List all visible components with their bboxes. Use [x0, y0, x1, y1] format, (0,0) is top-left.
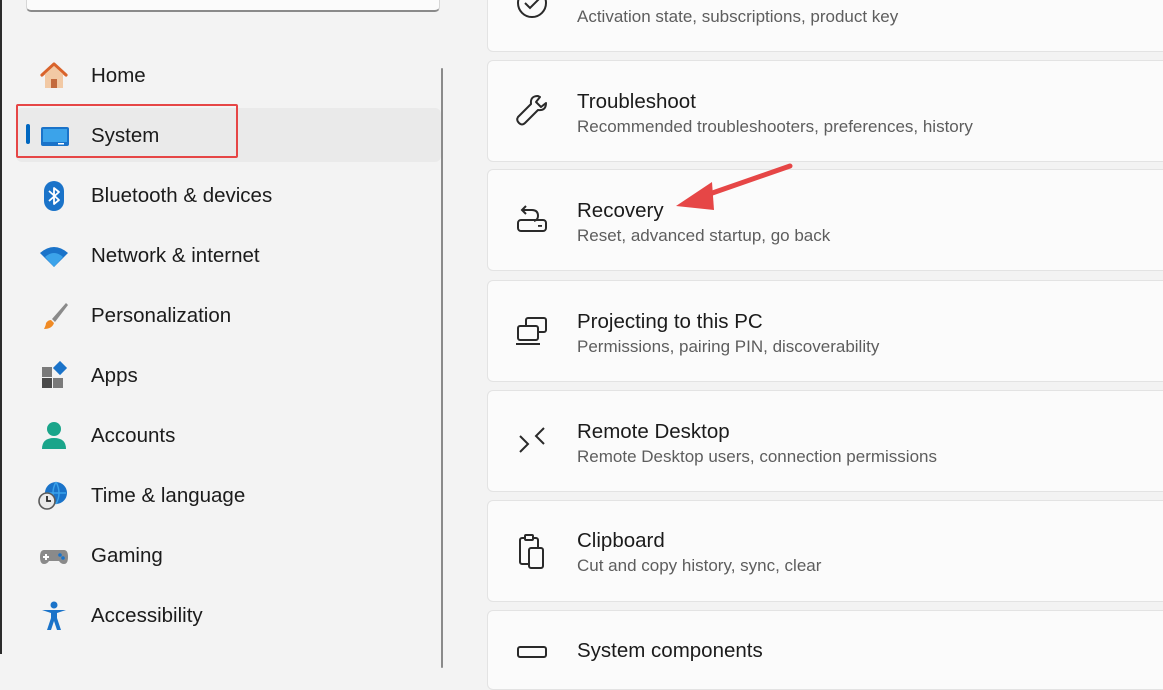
- card-projecting[interactable]: Projecting to this PC Permissions, pairi…: [487, 280, 1163, 382]
- sidebar-item-personalization[interactable]: Personalization: [16, 288, 441, 342]
- sidebar-item-bluetooth[interactable]: Bluetooth & devices: [16, 168, 441, 222]
- sidebar-item-label: Time & language: [91, 484, 246, 507]
- accessibility-icon: [42, 601, 66, 630]
- card-description: Cut and copy history, sync, clear: [577, 556, 822, 575]
- projecting-icon: [516, 317, 547, 345]
- globe-clock-icon: [38, 481, 67, 510]
- card-title: Projecting to this PC: [577, 310, 763, 333]
- card-title: Recovery: [577, 199, 664, 222]
- sidebar-item-time-language[interactable]: Time & language: [16, 468, 441, 522]
- card-title: System components: [577, 639, 763, 662]
- card-description: Recommended troubleshooters, preferences…: [577, 117, 973, 136]
- sidebar-scrollbar[interactable]: [441, 68, 443, 668]
- card-description: Reset, advanced startup, go back: [577, 226, 831, 245]
- home-icon: [40, 62, 68, 88]
- sidebar-item-apps[interactable]: Apps: [16, 348, 441, 402]
- card-description: Activation state, subscriptions, product…: [577, 7, 899, 26]
- apps-icon: [42, 361, 68, 388]
- sidebar-item-label: Personalization: [91, 304, 232, 327]
- card-troubleshoot[interactable]: Troubleshoot Recommended troubleshooters…: [487, 60, 1163, 162]
- card-title: Clipboard: [577, 529, 665, 552]
- card-description: Permissions, pairing PIN, discoverabilit…: [577, 337, 880, 356]
- recovery-icon: [517, 205, 547, 232]
- card-description: Remote Desktop users, connection permiss…: [577, 447, 937, 466]
- sidebar-item-accounts[interactable]: Accounts: [16, 408, 441, 462]
- sidebar-item-home[interactable]: Home: [16, 48, 441, 102]
- search-input[interactable]: [26, 0, 440, 12]
- card-system-components[interactable]: System components: [487, 610, 1163, 690]
- sidebar-item-label: Accounts: [91, 424, 176, 447]
- bluetooth-icon: [44, 181, 64, 211]
- clipboard-icon: [519, 534, 544, 569]
- sidebar-item-label: Apps: [91, 364, 138, 387]
- card-remote-desktop[interactable]: Remote Desktop Remote Desktop users, con…: [487, 390, 1163, 492]
- sidebar-item-label: Bluetooth & devices: [91, 184, 273, 207]
- remote-desktop-icon: [519, 427, 545, 453]
- brush-icon: [44, 303, 68, 329]
- system-components-icon: [517, 646, 547, 658]
- card-title: Troubleshoot: [577, 90, 696, 113]
- card-title: Remote Desktop: [577, 420, 730, 443]
- wifi-icon: [40, 247, 68, 267]
- gamepad-icon: [40, 550, 68, 564]
- sidebar-item-accessibility[interactable]: Accessibility: [16, 588, 441, 642]
- annotation-arrow: [676, 163, 793, 210]
- sidebar-item-gaming[interactable]: Gaming: [16, 528, 441, 582]
- card-clipboard[interactable]: Clipboard Cut and copy history, sync, cl…: [487, 500, 1163, 602]
- card-activation[interactable]: Activation state, subscriptions, product…: [487, 0, 1163, 52]
- annotation-highlight-box: [16, 104, 238, 158]
- card-recovery[interactable]: Recovery Reset, advanced startup, go bac…: [487, 169, 1163, 271]
- wrench-icon: [516, 95, 547, 126]
- activation-check-icon: [517, 0, 547, 18]
- person-icon: [42, 422, 66, 449]
- sidebar-item-label: Network & internet: [91, 244, 260, 267]
- sidebar-item-label: Accessibility: [91, 604, 203, 627]
- sidebar-item-label: Gaming: [91, 544, 163, 567]
- sidebar-item-label: Home: [91, 64, 146, 87]
- sidebar-item-network[interactable]: Network & internet: [16, 228, 441, 282]
